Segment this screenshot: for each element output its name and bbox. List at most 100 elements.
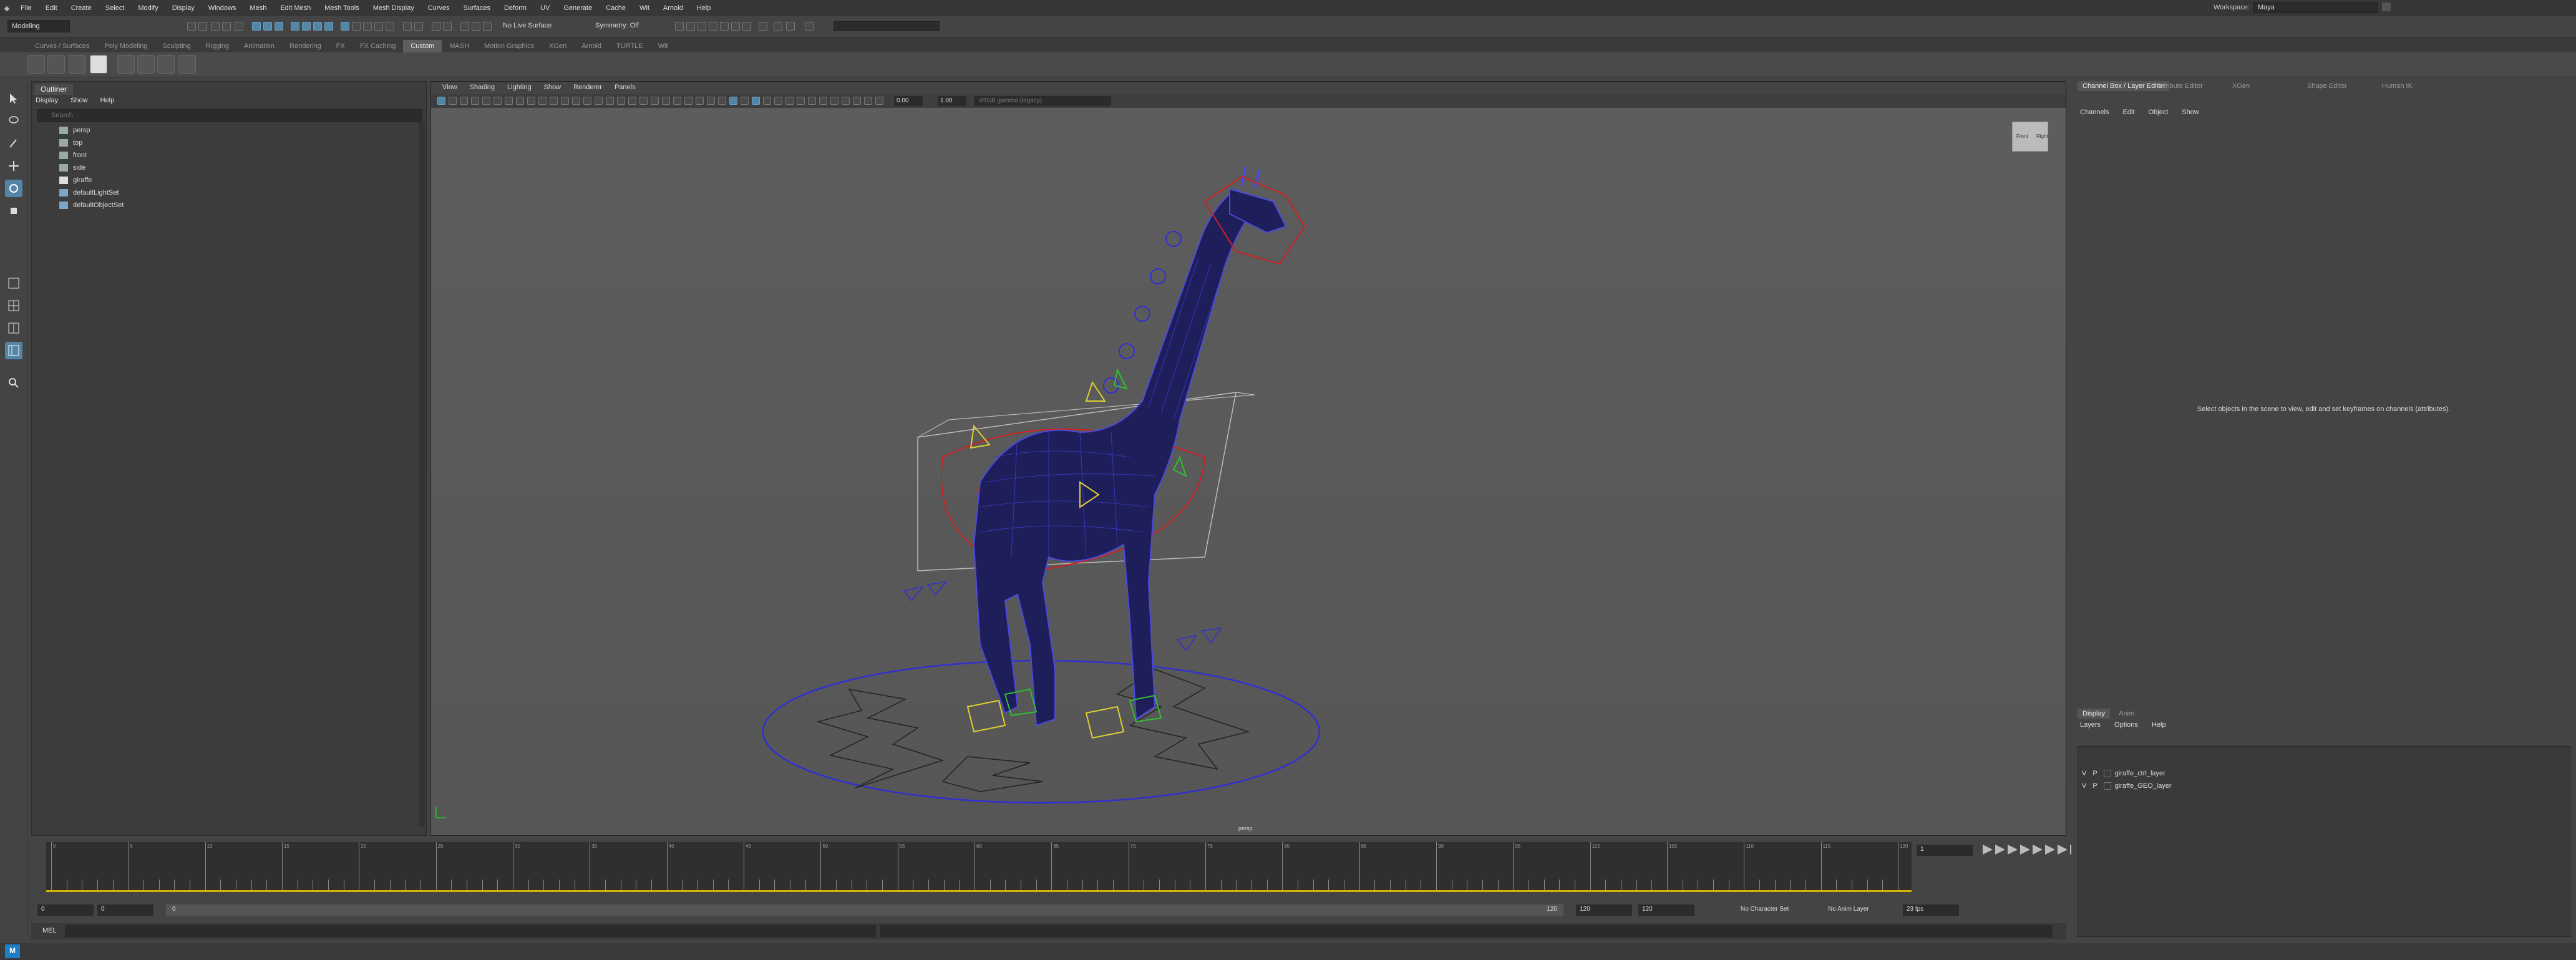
range-slider[interactable]: 0 120 bbox=[166, 904, 1563, 916]
status-tool-14-icon[interactable] bbox=[363, 22, 372, 31]
status-tool-17-icon[interactable] bbox=[403, 22, 412, 31]
viewport-tool-7-icon[interactable] bbox=[516, 97, 524, 105]
menu-select[interactable]: Select bbox=[99, 4, 132, 12]
menu-modify[interactable]: Modify bbox=[131, 4, 165, 12]
status-tool-0-icon[interactable] bbox=[187, 22, 196, 31]
status-tool-22-icon[interactable] bbox=[472, 22, 480, 31]
vp-menu-view[interactable]: View bbox=[437, 82, 465, 94]
vp-menu-lighting[interactable]: Lighting bbox=[502, 82, 539, 94]
menu-deform[interactable]: Deform bbox=[497, 4, 533, 12]
right-tab-shape-editor[interactable]: Shape Editor bbox=[2302, 81, 2352, 91]
status-tool-4-icon[interactable] bbox=[235, 22, 243, 31]
layer-tab-display[interactable]: Display bbox=[2078, 709, 2111, 719]
shelf-tab-mash[interactable]: MASH bbox=[442, 40, 477, 52]
shelf-tab-turtle[interactable]: TURTLE bbox=[609, 40, 651, 52]
shelf-tab-sculpting[interactable]: Sculpting bbox=[155, 40, 198, 52]
menu-help[interactable]: Help bbox=[690, 4, 718, 12]
shelf-tab-animation[interactable]: Animation bbox=[236, 40, 282, 52]
outliner-item[interactable]: front bbox=[41, 149, 87, 162]
viewport-tool-38-icon[interactable] bbox=[864, 97, 872, 105]
shelf-tool-1-icon[interactable] bbox=[27, 55, 45, 74]
viewport-scene[interactable]: Front Right persp bbox=[431, 108, 2066, 835]
status-tool-30-icon[interactable] bbox=[742, 22, 751, 31]
lasso-tool-icon[interactable] bbox=[5, 112, 22, 130]
range-start-field[interactable]: 0 bbox=[37, 904, 94, 916]
shelf-tool-2-icon[interactable] bbox=[47, 55, 65, 74]
exposure-field[interactable]: 0.00 bbox=[894, 96, 923, 106]
layer-visibility-toggle[interactable]: V bbox=[2082, 770, 2086, 777]
viewport-tool-1-icon[interactable] bbox=[449, 97, 457, 105]
layer-menu-help[interactable]: Help bbox=[2152, 721, 2166, 729]
go-start-icon[interactable] bbox=[1983, 845, 1993, 855]
symmetry-dropdown[interactable]: Symmetry: Off bbox=[591, 20, 660, 32]
vp-menu-show[interactable]: Show bbox=[539, 82, 569, 94]
status-tool-24-icon[interactable] bbox=[675, 22, 684, 31]
viewport-tool-11-icon[interactable] bbox=[561, 97, 569, 105]
mode-dropdown[interactable]: Modeling bbox=[7, 20, 70, 32]
viewport-tool-6-icon[interactable] bbox=[505, 97, 513, 105]
status-tool-28-icon[interactable] bbox=[720, 22, 729, 31]
viewport-tool-14-icon[interactable] bbox=[595, 97, 603, 105]
viewport-tool-2-icon[interactable] bbox=[460, 97, 468, 105]
status-tool-23-icon[interactable] bbox=[483, 22, 492, 31]
layer-tab-anim[interactable]: Anim bbox=[2114, 709, 2139, 719]
vp-menu-panels[interactable]: Panels bbox=[610, 82, 643, 94]
two-view-layout-icon[interactable] bbox=[5, 319, 22, 337]
status-tool-1-icon[interactable] bbox=[198, 22, 207, 31]
status-tool-9-icon[interactable] bbox=[302, 22, 311, 31]
cb-menu-object[interactable]: Object bbox=[2148, 109, 2168, 116]
right-tab-xgen[interactable]: XGen bbox=[2227, 81, 2255, 91]
outliner-search-input[interactable]: Search... bbox=[37, 109, 422, 122]
outliner-item[interactable]: top bbox=[41, 137, 82, 149]
viewport-tool-13-icon[interactable] bbox=[583, 97, 591, 105]
viewport-tool-36-icon[interactable] bbox=[842, 97, 850, 105]
shelf-tab-xgen[interactable]: XGen bbox=[542, 40, 574, 52]
status-tool-15-icon[interactable] bbox=[374, 22, 383, 31]
range-end-field[interactable]: 120 bbox=[1638, 904, 1694, 916]
viewport-tool-29-icon[interactable] bbox=[763, 97, 771, 105]
viewport-tool-23-icon[interactable] bbox=[696, 97, 704, 105]
status-tool-32-icon[interactable] bbox=[774, 22, 782, 31]
menu-uv[interactable]: UV bbox=[533, 4, 557, 12]
anim-layer-dropdown[interactable]: No Anim Layer bbox=[1828, 906, 1869, 913]
cb-menu-channels[interactable]: Channels bbox=[2080, 109, 2109, 116]
step-back-key-icon[interactable] bbox=[1995, 845, 2005, 855]
shelf-tab-wit[interactable]: Wit bbox=[651, 40, 676, 52]
layer-visibility-toggle[interactable]: V bbox=[2082, 782, 2086, 790]
viewcube[interactable]: Front Right bbox=[2012, 122, 2048, 152]
viewport-tool-39-icon[interactable] bbox=[875, 97, 883, 105]
status-tool-12-icon[interactable] bbox=[341, 22, 349, 31]
status-tool-20-icon[interactable] bbox=[443, 22, 452, 31]
shelf-tab-rigging[interactable]: Rigging bbox=[198, 40, 236, 52]
layer-row[interactable]: V P giraffe_GEO_layer bbox=[2082, 780, 2178, 792]
select-tool-icon[interactable] bbox=[5, 90, 22, 107]
status-tool-27-icon[interactable] bbox=[709, 22, 717, 31]
status-tool-3-icon[interactable] bbox=[222, 22, 231, 31]
viewport-tool-22-icon[interactable] bbox=[684, 97, 693, 105]
move-tool-icon[interactable] bbox=[5, 157, 22, 175]
outliner-item[interactable]: defaultObjectSet bbox=[41, 199, 124, 211]
layer-menu-options[interactable]: Options bbox=[2114, 721, 2138, 729]
right-tab-human-ik[interactable]: Human IK bbox=[2377, 81, 2418, 91]
viewport-tool-8-icon[interactable] bbox=[527, 97, 535, 105]
outliner-menu-help[interactable]: Help bbox=[100, 97, 115, 104]
viewport-tool-21-icon[interactable] bbox=[673, 97, 681, 105]
right-tab-attribute-editor[interactable]: Attribute Editor bbox=[2152, 81, 2208, 91]
current-frame-field[interactable]: 1 bbox=[1917, 845, 1973, 856]
viewport-tool-26-icon[interactable] bbox=[729, 97, 737, 105]
gamma-field[interactable]: 1.00 bbox=[938, 96, 966, 106]
outliner-item[interactable]: side bbox=[41, 162, 85, 174]
viewport-tool-30-icon[interactable] bbox=[774, 97, 782, 105]
menu-wit[interactable]: Wit bbox=[633, 4, 656, 12]
status-tool-29-icon[interactable] bbox=[731, 22, 740, 31]
shelf-tool-7-icon[interactable] bbox=[157, 55, 175, 74]
cb-menu-show[interactable]: Show bbox=[2182, 109, 2199, 116]
status-tool-19-icon[interactable] bbox=[432, 22, 440, 31]
viewport-tool-15-icon[interactable] bbox=[606, 97, 614, 105]
status-search-input[interactable] bbox=[834, 21, 940, 31]
shelf-tool-3-icon[interactable] bbox=[69, 55, 86, 74]
viewport-tool-5-icon[interactable] bbox=[493, 97, 502, 105]
menu-mesh-tools[interactable]: Mesh Tools bbox=[318, 4, 366, 12]
viewport-tool-31-icon[interactable] bbox=[785, 97, 794, 105]
mel-label[interactable]: MEL bbox=[42, 927, 57, 934]
